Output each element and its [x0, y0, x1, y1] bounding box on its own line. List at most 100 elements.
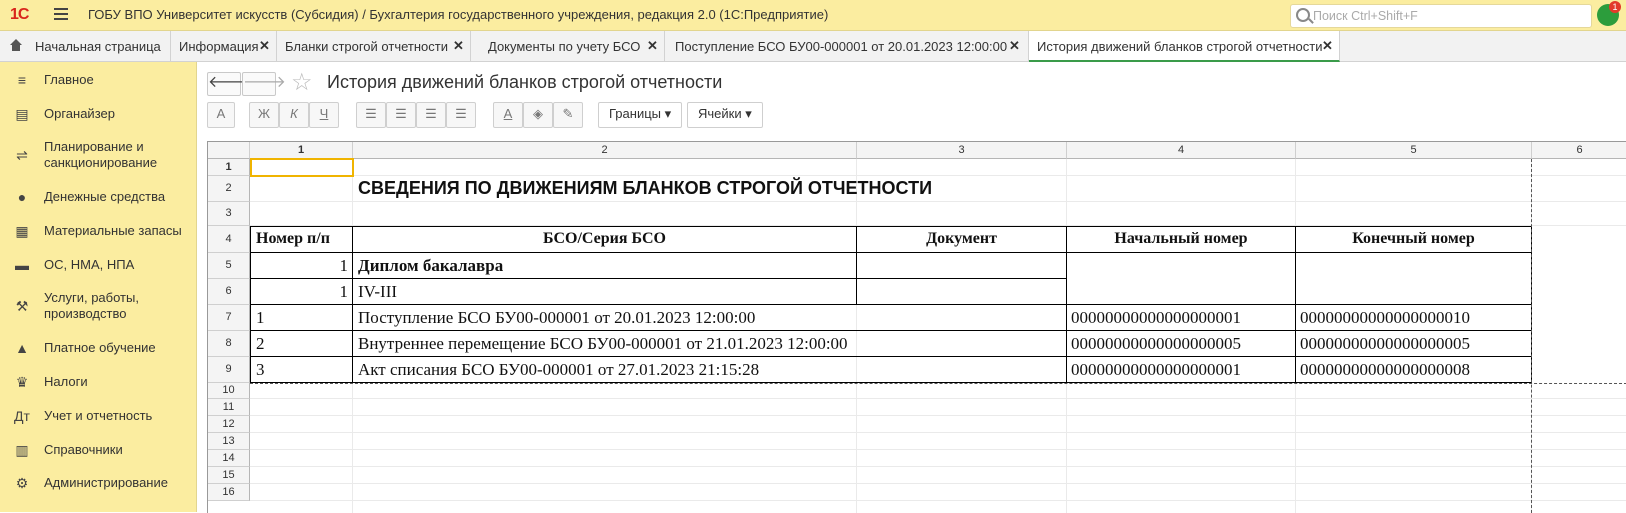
row-header[interactable]: 14: [208, 450, 250, 467]
sidebar-item-accounting[interactable]: Дт Учет и отчетность: [0, 408, 196, 428]
row-header[interactable]: 7: [208, 305, 250, 331]
align-left-button[interactable]: ☰: [356, 102, 386, 128]
column-header[interactable]: 3: [857, 142, 1067, 159]
grid-line: [250, 415, 1626, 416]
report-form: 🡐 🡒 ☆ История движений бланков строгой о…: [197, 62, 1626, 513]
grid-line: [250, 432, 1626, 433]
grid-line: [250, 398, 1626, 399]
fill-color-icon[interactable]: ◈: [523, 102, 553, 128]
row-header[interactable]: 10: [208, 383, 250, 399]
font-button[interactable]: A: [207, 102, 235, 128]
sidebar-item-paid-education[interactable]: ▲ Платное обучение: [0, 340, 196, 360]
table-border: [250, 304, 1532, 305]
row-header[interactable]: 5: [208, 253, 250, 279]
movement-num: 3: [256, 360, 265, 379]
sheet-corner[interactable]: [208, 142, 250, 159]
sidebar-item-administration[interactable]: ⚙ Администрирование: [0, 475, 196, 495]
movement-num: 2: [256, 334, 265, 353]
italic-button[interactable]: К: [279, 102, 309, 128]
row-header[interactable]: 8: [208, 331, 250, 357]
close-tab-icon[interactable]: ✕: [1009, 38, 1020, 54]
global-search-input[interactable]: Поиск Ctrl+Shift+F: [1290, 4, 1592, 28]
column-header[interactable]: 5: [1296, 142, 1532, 159]
selected-cell[interactable]: [250, 158, 354, 177]
column-header[interactable]: 2: [353, 142, 857, 159]
services-icon: ⚒: [15, 298, 29, 314]
favorite-star-icon[interactable]: ☆: [291, 68, 313, 97]
tab-bso-forms[interactable]: Бланки строгой отчетности ✕: [277, 31, 471, 61]
align-justify-button[interactable]: ☰: [446, 102, 476, 128]
open-tabs-bar: Начальная страница Информация ✕ Бланки с…: [0, 31, 1626, 62]
text-color-button[interactable]: A: [493, 102, 523, 128]
movement-end: 00000000000000000005: [1300, 334, 1470, 353]
borders-dropdown[interactable]: Границы ▾: [598, 102, 683, 128]
search-icon: [1296, 8, 1310, 22]
sidebar-item-inventory[interactable]: ▦ Материальные запасы: [0, 223, 196, 243]
table-border: [1066, 226, 1067, 383]
main-menu-icon[interactable]: [54, 8, 68, 20]
table-border: [352, 226, 353, 383]
table-border: [1295, 226, 1296, 383]
row-header[interactable]: 11: [208, 399, 250, 416]
header-start-number: Начальный номер: [1114, 230, 1248, 247]
align-right-button[interactable]: ☰: [416, 102, 446, 128]
header-bso: БСО/Серия БСО: [542, 230, 666, 247]
bold-button[interactable]: Ж: [249, 102, 279, 128]
book-icon: ▥: [15, 442, 29, 458]
back-button[interactable]: 🡐: [207, 72, 251, 96]
close-tab-icon[interactable]: ✕: [259, 38, 270, 54]
forward-button[interactable]: 🡒: [242, 72, 286, 96]
movement-start: 00000000000000000001: [1071, 308, 1241, 327]
sidebar-item-services[interactable]: ⚒ Услуги, работы, производство: [0, 290, 196, 324]
column-header[interactable]: 1: [250, 142, 353, 159]
align-center-button[interactable]: ☰: [386, 102, 416, 128]
row-header[interactable]: 2: [208, 176, 250, 202]
app-title: ГОБУ ВПО Университет искусств (Субсидия)…: [88, 7, 829, 22]
sidebar-item-organizer[interactable]: ▤ Органайзер: [0, 106, 196, 126]
sections-sidebar: ≡ Главное ▤ Органайзер ⇌ Планирование и …: [0, 62, 197, 512]
grid-line: [250, 449, 1626, 450]
close-tab-icon[interactable]: ✕: [453, 38, 464, 54]
row-header[interactable]: 6: [208, 279, 250, 305]
underline-button[interactable]: Ч: [309, 102, 339, 128]
row-header[interactable]: 12: [208, 416, 250, 433]
column-header[interactable]: 4: [1067, 142, 1296, 159]
sidebar-item-fixed-assets[interactable]: ▬ ОС, НМА, НПА: [0, 257, 196, 277]
pen-color-icon[interactable]: ✎: [553, 102, 583, 128]
row-header[interactable]: 4: [208, 226, 250, 253]
sidebar-item-money[interactable]: ● Денежные средства: [0, 189, 196, 209]
tab-bso-receipt[interactable]: Поступление БСО БУ00-000001 от 20.01.202…: [665, 31, 1029, 61]
inventory-icon: ▦: [15, 223, 29, 239]
notification-badge: 1: [1609, 1, 1621, 13]
sidebar-item-references[interactable]: ▥ Справочники: [0, 442, 196, 462]
row-header[interactable]: 9: [208, 357, 250, 383]
group-name: Диплом бакалавра: [358, 256, 504, 275]
tab-home[interactable]: Начальная страница: [0, 31, 171, 61]
row-header[interactable]: 1: [208, 159, 250, 176]
app-logo: 1С: [10, 6, 29, 23]
tab-bso-documents[interactable]: Документы по учету БСО ✕: [471, 31, 665, 61]
grid-line: [250, 201, 1626, 202]
user-notifications-button[interactable]: 1: [1597, 1, 1621, 26]
spreadsheet-document[interactable]: 1 2 3 4 5 6 1 2 3 4 5 6 7 8 9 10 11 12 1…: [207, 141, 1626, 513]
tab-information[interactable]: Информация ✕: [171, 31, 277, 61]
table-border: [250, 252, 1532, 253]
tab-bso-history[interactable]: История движений бланков строгой отчетно…: [1029, 31, 1340, 62]
column-header[interactable]: 6: [1532, 142, 1626, 159]
row-header[interactable]: 15: [208, 467, 250, 484]
close-tab-icon[interactable]: ✕: [1322, 38, 1333, 54]
menu-list-icon: ≡: [17, 72, 27, 88]
money-icon: ●: [17, 189, 27, 205]
movement-document: Внутреннее перемещение БСО БУ00-000001 о…: [358, 334, 848, 353]
page-title: История движений бланков строгой отчетно…: [327, 72, 723, 92]
row-header[interactable]: 3: [208, 202, 250, 226]
close-tab-icon[interactable]: ✕: [647, 38, 658, 54]
sidebar-item-taxes[interactable]: ♛ Налоги: [0, 374, 196, 394]
row-header[interactable]: 16: [208, 484, 250, 501]
table-border: [250, 278, 1067, 279]
cells-dropdown[interactable]: Ячейки ▾: [687, 102, 763, 128]
row-header[interactable]: 13: [208, 433, 250, 450]
sidebar-item-main[interactable]: ≡ Главное: [0, 72, 196, 92]
sidebar-item-planning[interactable]: ⇌ Планирование и санкционирование: [0, 139, 196, 173]
gear-icon: ⚙: [15, 475, 29, 491]
